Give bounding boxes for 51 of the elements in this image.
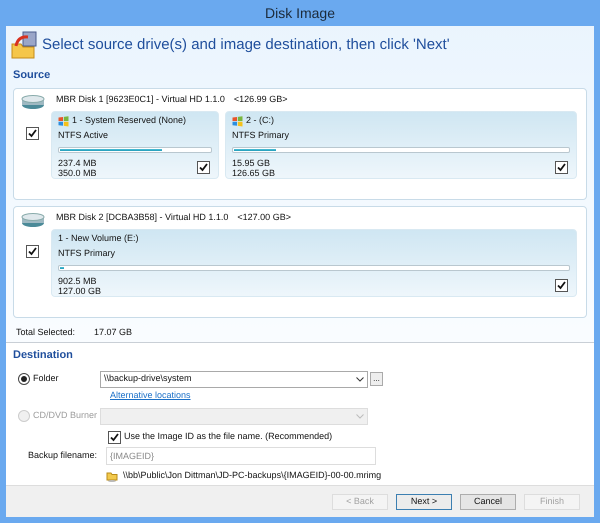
caret-icon: [356, 376, 364, 382]
used-size: 15.95 GB: [232, 158, 272, 168]
used-size: 902.5 MB: [58, 276, 98, 286]
checkbox[interactable]: [555, 160, 568, 174]
total-size: 126.65 GB: [232, 168, 276, 178]
destination-path: \\bb\Public\Jon Dittman\JD-PC-backups\{IMAGEID}-00-00.mrimg: [123, 469, 382, 482]
partition-name: 1 - New Volume (E:): [58, 232, 139, 246]
radio-label[interactable]: Folder: [33, 372, 59, 386]
partition-name: 1 - System Reserved (None): [72, 114, 186, 128]
caret-icon: [356, 414, 364, 418]
partition-type: NTFS Primary: [232, 128, 289, 142]
used-size: 237.4 MB: [58, 158, 97, 168]
disk-size: <127.00 GB>: [237, 210, 291, 224]
checkbox-label[interactable]: Use the Image ID as the file name. (Recommended): [124, 430, 332, 444]
wizard-button[interactable]: Next >: [396, 494, 452, 510]
wizard-button[interactable]: Cancel: [460, 494, 516, 510]
total-label: Total Selected:: [16, 326, 76, 339]
window-title: Disk Image: [264, 4, 336, 23]
total-size: 350.0 MB: [58, 168, 97, 178]
disk-label: MBR Disk 1 [9623E0C1] - Virtual HD 1.1.0: [56, 92, 225, 106]
total-size: 127.00 GB: [58, 286, 102, 296]
wizard-heading: Select source drive(s) and image destination, then click 'Next': [42, 34, 450, 55]
radio-label: CD/DVD Burner: [33, 409, 98, 422]
partition-card[interactable]: 1 - New Volume (E:) NTFS Primary 902.5 MB 127.00 GB: [51, 228, 577, 296]
radio-button[interactable]: [18, 373, 30, 385]
section-label: Destination: [13, 348, 73, 362]
wizard-button: Finish: [524, 494, 580, 510]
disk-size: <126.99 GB>: [234, 92, 288, 106]
folder-icon: [106, 470, 118, 482]
checkbox[interactable]: [197, 160, 210, 174]
partition-card[interactable]: 1 - System Reserved (None) NTFS Active 237.4 MB 350.0 MB: [51, 110, 219, 178]
section-label: Source: [13, 68, 50, 83]
alternative-locations-link[interactable]: Alternative locations: [110, 389, 191, 403]
field-label: Backup filename:: [27, 449, 98, 462]
folder-icon: [10, 30, 38, 60]
partition-type: NTFS Active: [58, 128, 108, 142]
wizard-button: < Back: [332, 494, 388, 510]
total-value: 17.07 GB: [94, 326, 132, 339]
disk-label: MBR Disk 2 [DCBA3B58] - Virtual HD 1.1.0: [56, 210, 228, 224]
path-combobox[interactable]: \\backup-drive\system: [100, 370, 368, 388]
partition-card[interactable]: 2 - (C:) NTFS Primary 15.95 GB 126.65 GB: [225, 110, 577, 178]
checkbox[interactable]: [26, 244, 39, 258]
checkbox[interactable]: [26, 126, 39, 140]
partition-name: 2 - (C:): [246, 114, 274, 128]
filename-field[interactable]: {IMAGEID}: [106, 447, 376, 465]
hard-drive-icon: [21, 94, 45, 108]
checkbox[interactable]: [555, 278, 568, 292]
browse-button[interactable]: ...: [370, 372, 383, 386]
checkbox[interactable]: [108, 430, 121, 444]
partition-type: NTFS Primary: [58, 246, 115, 260]
hard-drive-icon: [21, 212, 45, 226]
